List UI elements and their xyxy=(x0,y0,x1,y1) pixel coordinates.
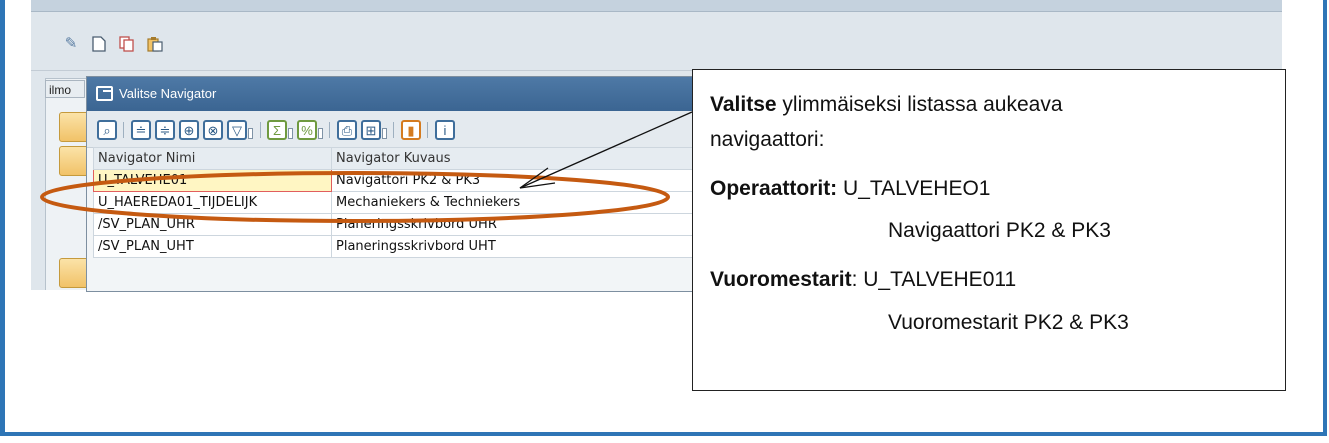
operators-description: Navigaattori PK2 & PK3 xyxy=(888,219,1111,242)
layout-icon[interactable]: ⊞ xyxy=(361,120,381,140)
pencil-icon[interactable]: ✎ xyxy=(63,36,79,52)
callout-line-2: navigaattori: xyxy=(710,128,825,151)
table-row[interactable]: /SV_PLAN_UHT Planeringsskrivbord UHT xyxy=(93,235,701,258)
cell-navigator-name[interactable]: U_HAEREDA01_TIJDELIJK xyxy=(93,191,332,214)
table-row[interactable]: U_HAEREDA01_TIJDELIJK Mechaniekers & Tec… xyxy=(93,191,701,214)
details-icon[interactable]: ⌕ xyxy=(97,120,117,140)
clipboard-icon[interactable] xyxy=(147,36,163,52)
operators-value: U_TALVEHEO1 xyxy=(837,177,991,200)
new-document-icon[interactable] xyxy=(91,36,107,52)
print-icon[interactable]: ⎙ xyxy=(337,120,357,140)
callout-text: ylimmäiseksi listassa aukeava xyxy=(776,93,1063,116)
dialog-title-bar[interactable]: Valitse Navigator xyxy=(87,77,727,111)
shift-masters-value: : U_TALVEHE011 xyxy=(851,268,1017,291)
callout-operators-line: Operaattorit: U_TALVEHEO1 xyxy=(710,177,990,201)
filter-icon[interactable]: ▽ xyxy=(227,120,247,140)
cell-navigator-description[interactable]: Planeringsskrivbord UHR xyxy=(331,213,701,236)
shift-masters-label: Vuoromestarit xyxy=(710,268,852,291)
cell-navigator-name[interactable]: /SV_PLAN_UHR xyxy=(93,213,332,236)
table-row[interactable]: /SV_PLAN_UHR Planeringsskrivbord UHR xyxy=(93,213,701,236)
cell-navigator-description[interactable]: Mechaniekers & Techniekers xyxy=(331,191,701,214)
valitse-navigator-dialog: Valitse Navigator ⌕ ≐ ≑ ⊕ ⊗ ▽ Σ % ⎙ ⊞ ▮ … xyxy=(86,76,728,292)
navigator-table: Navigator Nimi Navigator Kuvaus U_TALVEH… xyxy=(93,147,701,258)
instruction-callout: Valitse ylimmäiseksi listassa aukeava na… xyxy=(692,69,1286,391)
table-row[interactable]: U_TALVEHE01 Navigattori PK2 & PK3 xyxy=(93,169,701,192)
find-next-icon[interactable]: ⊗ xyxy=(203,120,223,140)
cell-navigator-description[interactable]: Planeringsskrivbord UHT xyxy=(331,235,701,258)
dialog-toolbar: ⌕ ≐ ≑ ⊕ ⊗ ▽ Σ % ⎙ ⊞ ▮ i xyxy=(87,111,727,148)
callout-keyword: Valitse xyxy=(710,93,777,116)
tab-ilmo[interactable]: ilmo xyxy=(45,80,85,98)
cell-navigator-name[interactable]: U_TALVEHE01 xyxy=(93,169,332,192)
sum-icon[interactable]: Σ xyxy=(267,120,287,140)
cell-navigator-description[interactable]: Navigattori PK2 & PK3 xyxy=(331,169,701,192)
subtotal-icon[interactable]: % xyxy=(297,120,317,140)
callout-shift-masters-line: Vuoromestarit: U_TALVEHE011 xyxy=(710,268,1016,292)
dialog-title: Valitse Navigator xyxy=(119,86,217,101)
operators-label: Operaattorit: xyxy=(710,177,838,200)
callout-line-1: Valitse ylimmäiseksi listassa aukeava xyxy=(710,93,1063,117)
table-header-row: Navigator Nimi Navigator Kuvaus xyxy=(93,147,701,170)
export-icon[interactable]: ▮ xyxy=(401,120,421,140)
sap-toolbar: ✎ xyxy=(31,12,1282,71)
sap-title-bar xyxy=(31,0,1282,12)
sort-descending-icon[interactable]: ≑ xyxy=(155,120,175,140)
shift-masters-description: Vuoromestarit PK2 & PK3 xyxy=(888,311,1129,334)
copy-icon[interactable] xyxy=(119,36,135,52)
cell-navigator-name[interactable]: /SV_PLAN_UHT xyxy=(93,235,332,258)
column-header-name[interactable]: Navigator Nimi xyxy=(93,147,332,170)
info-icon[interactable]: i xyxy=(435,120,455,140)
sort-ascending-icon[interactable]: ≐ xyxy=(131,120,151,140)
dialog-window-icon xyxy=(96,86,113,101)
find-icon[interactable]: ⊕ xyxy=(179,120,199,140)
column-header-description[interactable]: Navigator Kuvaus xyxy=(331,147,701,170)
